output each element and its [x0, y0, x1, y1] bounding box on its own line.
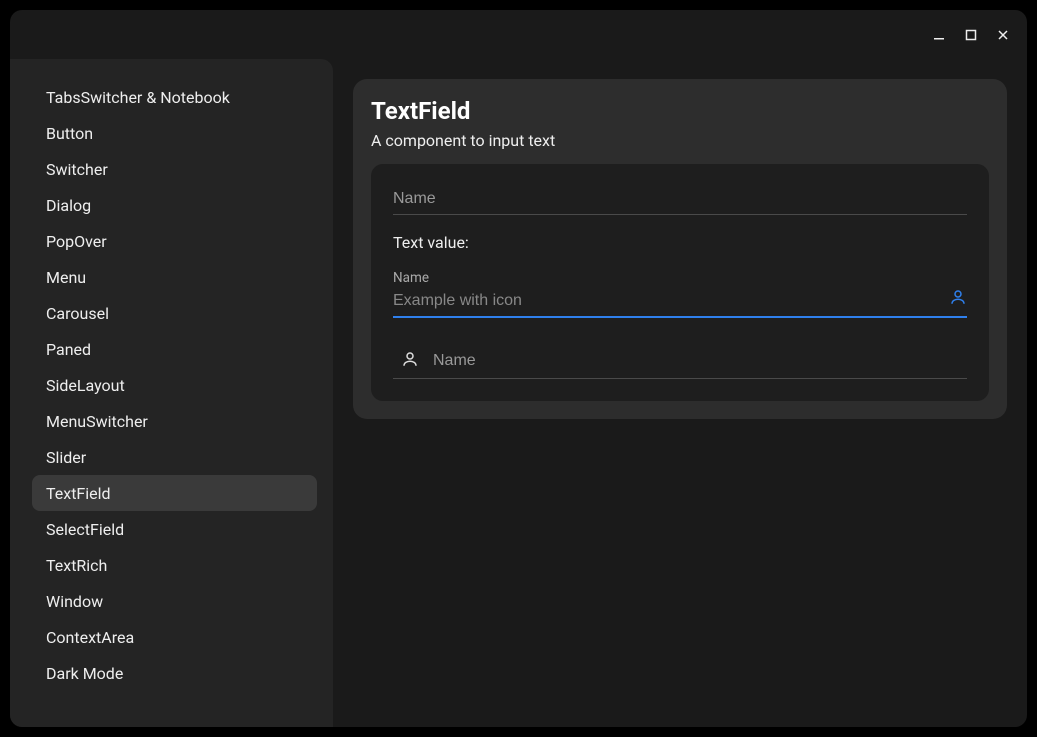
- sidebar-item-popover[interactable]: PopOver: [32, 223, 317, 259]
- sidebar-item-label: Dialog: [46, 196, 91, 215]
- sidebar-item-label: Switcher: [46, 160, 108, 179]
- sidebar-item-contextarea[interactable]: ContextArea: [32, 619, 317, 655]
- sidebar-item-label: MenuSwitcher: [46, 412, 148, 431]
- maximize-button[interactable]: [957, 21, 985, 49]
- sidebar-item-carousel[interactable]: Carousel: [32, 295, 317, 331]
- sidebar-item-label: Slider: [46, 448, 86, 467]
- page-subtitle: A component to input text: [371, 131, 989, 150]
- minimize-icon: [932, 28, 946, 42]
- sidebar-item-dark-mode[interactable]: Dark Mode: [32, 655, 317, 691]
- sidebar-item-textrich[interactable]: TextRich: [32, 547, 317, 583]
- textfield-icon-right[interactable]: [393, 288, 967, 318]
- sidebar-item-paned[interactable]: Paned: [32, 331, 317, 367]
- sidebar-item-label: Carousel: [46, 304, 109, 323]
- maximize-icon: [964, 28, 978, 42]
- sidebar-item-label: TabsSwitcher & Notebook: [46, 88, 230, 107]
- sidebar-item-textfield[interactable]: TextField: [32, 475, 317, 511]
- sidebar-item-label: Button: [46, 124, 93, 143]
- textfield-basic[interactable]: [393, 182, 967, 215]
- main-content: TextField A component to input text Text…: [333, 59, 1027, 727]
- sidebar-item-selectfield[interactable]: SelectField: [32, 511, 317, 547]
- textfield-icon-left[interactable]: [433, 352, 967, 370]
- body: TabsSwitcher & Notebook Button Switcher Dia…: [10, 59, 1027, 727]
- sidebar-item-window[interactable]: Window: [32, 583, 317, 619]
- textfield-basic-row: [393, 182, 967, 215]
- sidebar-item-dialog[interactable]: Dialog: [32, 187, 317, 223]
- person-outline-icon: [949, 288, 967, 310]
- minimize-button[interactable]: [925, 21, 953, 49]
- sidebar: TabsSwitcher & Notebook Button Switcher Dia…: [10, 59, 333, 727]
- sidebar-item-button[interactable]: Button: [32, 115, 317, 151]
- person-icon: [401, 350, 419, 372]
- sidebar-item-label: Paned: [46, 340, 91, 359]
- sidebar-item-slider[interactable]: Slider: [32, 439, 317, 475]
- sidebar-item-menu[interactable]: Menu: [32, 259, 317, 295]
- sidebar-item-label: SideLayout: [46, 376, 125, 395]
- close-icon: [996, 28, 1010, 42]
- textfield-icon-right-row: Name: [393, 270, 967, 318]
- text-value-label: Text value:: [393, 233, 967, 252]
- sidebar-item-label: Dark Mode: [46, 664, 123, 683]
- sidebar-item-tabsswitcher-notebook[interactable]: TabsSwitcher & Notebook: [32, 79, 317, 115]
- textfield-label: Name: [393, 270, 967, 286]
- demo-card: TextField A component to input text Text…: [353, 79, 1007, 419]
- titlebar: [10, 10, 1027, 59]
- sidebar-item-label: ContextArea: [46, 628, 134, 647]
- sidebar-item-switcher[interactable]: Switcher: [32, 151, 317, 187]
- demo-panel: Text value: Name: [371, 164, 989, 401]
- sidebar-item-menuswitcher[interactable]: MenuSwitcher: [32, 403, 317, 439]
- sidebar-item-label: SelectField: [46, 520, 124, 539]
- page-title: TextField: [371, 97, 989, 125]
- window: TabsSwitcher & Notebook Button Switcher Dia…: [10, 10, 1027, 727]
- textfield-icon-left-row: [393, 344, 967, 379]
- close-button[interactable]: [989, 21, 1017, 49]
- sidebar-item-label: Menu: [46, 268, 86, 287]
- sidebar-item-label: TextRich: [46, 556, 107, 575]
- sidebar-item-sidelayout[interactable]: SideLayout: [32, 367, 317, 403]
- sidebar-item-label: TextField: [46, 484, 111, 503]
- sidebar-item-label: Window: [46, 592, 103, 611]
- sidebar-item-label: PopOver: [46, 232, 107, 251]
